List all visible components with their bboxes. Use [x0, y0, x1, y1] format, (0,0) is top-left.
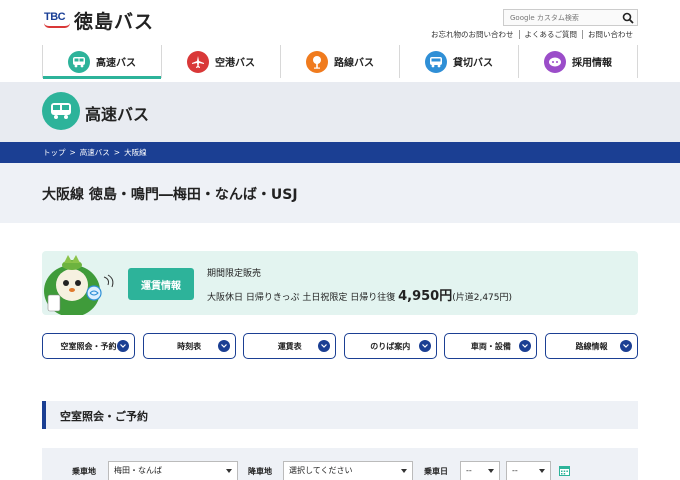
- chevron-down-icon: [217, 340, 230, 352]
- route-title-band: 大阪線 徳島・鳴門―梅田・なんば・USJ: [0, 163, 680, 223]
- chevron-down-icon: [418, 340, 431, 352]
- contact-link[interactable]: お問い合わせ: [582, 30, 638, 39]
- anchor-reservation[interactable]: 空室照会・予約: [42, 333, 135, 359]
- charter-bus-icon: [425, 50, 447, 73]
- boarding-value: 梅田・なんば: [114, 466, 162, 475]
- utility-links: お忘れ物のお問い合わせ よくあるご質問 お問い合わせ: [426, 30, 638, 39]
- airplane-icon: [187, 50, 209, 73]
- mascot-image: [44, 255, 114, 315]
- nav-label: 貸切バス: [453, 58, 493, 69]
- breadcrumb-separator: >: [113, 148, 121, 157]
- notice-headline: 期間限定販売: [207, 269, 262, 279]
- global-nav: 高速バス 空港バス 路線バス 貸切バス 採用情報: [42, 45, 638, 79]
- nav-label: 高速バス: [96, 58, 136, 69]
- nav-route-bus[interactable]: 路線バス: [280, 45, 399, 78]
- chevron-down-icon: [619, 340, 632, 352]
- day-select[interactable]: --: [506, 461, 551, 480]
- nav-charter-bus[interactable]: 貸切バス: [399, 45, 518, 78]
- month-select[interactable]: --: [460, 461, 500, 480]
- notice-oneway-price: (片道2,475円): [452, 293, 513, 303]
- nav-highway-bus[interactable]: 高速バス: [42, 45, 161, 79]
- anchor-label: 路線情報: [575, 341, 608, 351]
- breadcrumb-top[interactable]: トップ: [43, 147, 66, 158]
- tbc-logo-mark: TBC: [44, 11, 70, 31]
- chevron-down-icon: [519, 340, 532, 352]
- alighting-value: 選択してください: [289, 466, 353, 475]
- calendar-icon[interactable]: [559, 465, 570, 476]
- anchor-fare-table[interactable]: 運賃表: [243, 333, 337, 359]
- nav-airport-bus[interactable]: 空港バス: [161, 45, 280, 78]
- anchor-route-info[interactable]: 路線情報: [544, 333, 638, 359]
- anchor-label: 空室照会・予約: [60, 341, 117, 351]
- nav-label: 路線バス: [334, 58, 374, 69]
- chevron-down-icon: [117, 340, 129, 352]
- breadcrumb-osaka: 大阪線: [124, 148, 147, 157]
- breadcrumb-highway-bus[interactable]: 高速バス: [80, 147, 110, 158]
- nav-recruit[interactable]: 採用情報: [518, 45, 638, 78]
- person-icon: [544, 50, 566, 73]
- anchor-label: のりば案内: [370, 341, 411, 351]
- logo-mark-text: TBC: [44, 10, 66, 23]
- anchor-label: 運賃表: [277, 341, 302, 351]
- day-value: --: [512, 466, 518, 475]
- anchor-vehicles[interactable]: 車両・設備: [444, 333, 538, 359]
- search-input[interactable]: [504, 13, 614, 22]
- bus-stop-icon: [306, 50, 328, 73]
- fare-notice: 運賃情報 期間限定販売 大阪休日 日帰りきっぷ 土日祝限定 日帰り往復 4,95…: [42, 251, 638, 315]
- fare-info-button[interactable]: 運賃情報: [128, 268, 194, 300]
- date-label: 乗車日: [424, 467, 448, 476]
- dropdown-arrow-icon: [488, 469, 494, 473]
- nav-label: 空港バス: [215, 58, 255, 69]
- dropdown-arrow-icon: [539, 469, 545, 473]
- notice-detail: 大阪休日 日帰りきっぷ 土日祝限定 日帰り往復 4,950円(片道2,475円): [207, 285, 512, 304]
- anchor-label: 車両・設備: [470, 341, 511, 351]
- search-icon[interactable]: [622, 12, 634, 24]
- bus-icon: [42, 92, 80, 130]
- section-title: 空室照会・ご予約: [60, 410, 148, 423]
- alighting-select[interactable]: 選択してください: [283, 461, 413, 480]
- section-heading: 空室照会・ご予約: [42, 401, 638, 429]
- breadcrumb-separator: >: [69, 148, 76, 157]
- boarding-label: 乗車地: [72, 467, 96, 476]
- site-logo[interactable]: TBC 徳島バス: [44, 7, 154, 34]
- reservation-form: 乗車地 梅田・なんば 降車地 選択してください 乗車日 -- --: [42, 448, 638, 480]
- notice-detail-text: 大阪休日 日帰りきっぷ 土日祝限定 日帰り往復: [207, 293, 396, 303]
- logo-text: 徳島バス: [74, 11, 155, 33]
- breadcrumb: トップ > 高速バス > 大阪線: [0, 142, 680, 163]
- alighting-label: 降車地: [248, 467, 272, 476]
- bus-icon: [68, 50, 90, 73]
- notice-price: 4,950円: [398, 289, 453, 304]
- route-title: 大阪線 徳島・鳴門―梅田・なんば・USJ: [42, 187, 298, 203]
- lost-item-link[interactable]: お忘れ物のお問い合わせ: [426, 30, 519, 39]
- search-box: [503, 9, 638, 26]
- anchor-boarding-guide[interactable]: のりば案内: [343, 333, 437, 359]
- page-title: 高速バス: [85, 105, 150, 124]
- dropdown-arrow-icon: [226, 469, 232, 473]
- anchor-label: 時刻表: [177, 341, 202, 351]
- site-header: TBC 徳島バス お忘れ物のお問い合わせ よくあるご質問 お問い合わせ 高速バス…: [0, 0, 680, 82]
- nav-label: 採用情報: [572, 58, 612, 69]
- faq-link[interactable]: よくあるご質問: [518, 30, 583, 39]
- dropdown-arrow-icon: [401, 469, 407, 473]
- month-value: --: [466, 466, 472, 475]
- boarding-select[interactable]: 梅田・なんば: [108, 461, 238, 480]
- chevron-down-icon: [318, 340, 331, 352]
- section-anchor-nav: 空室照会・予約 時刻表 運賃表 のりば案内 車両・設備 路線情報: [42, 333, 638, 359]
- page-title-band: 高速バス: [0, 82, 680, 142]
- anchor-timetable[interactable]: 時刻表: [142, 333, 236, 359]
